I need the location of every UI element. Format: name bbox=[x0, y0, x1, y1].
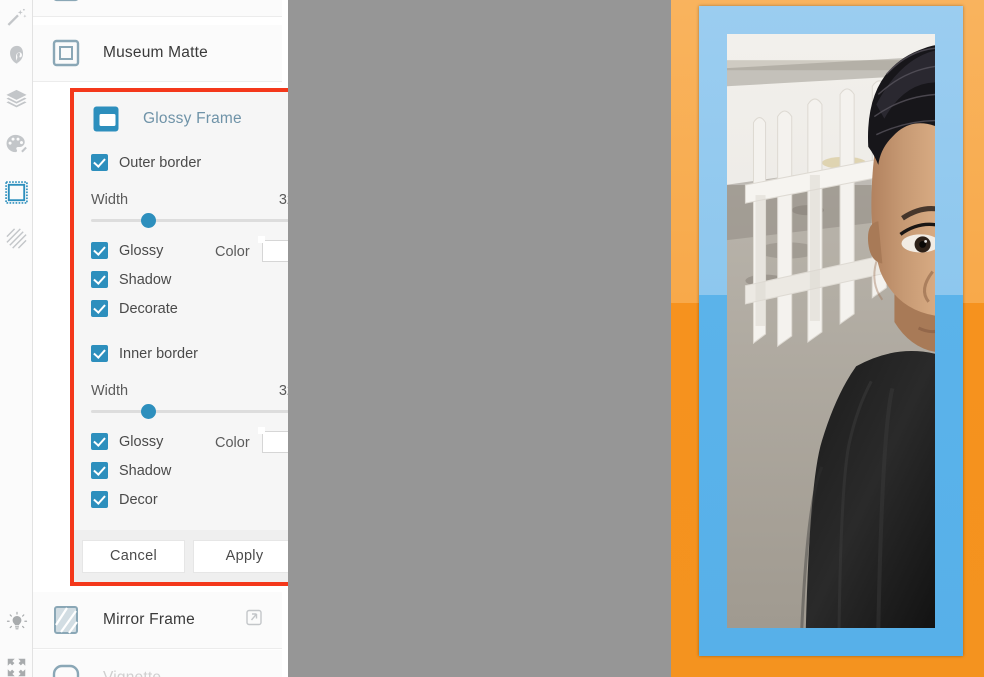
outer-width-value: 32 bbox=[278, 192, 288, 208]
card-title: Glossy Frame bbox=[143, 109, 242, 127]
inner-border-label: Inner border bbox=[119, 345, 198, 362]
list-item-label: Vignette bbox=[103, 669, 161, 677]
glossy-frame-thumb bbox=[91, 104, 121, 134]
slider-track[interactable] bbox=[91, 410, 288, 413]
inner-shadow-checkbox-row[interactable]: Shadow bbox=[91, 462, 171, 479]
inner-color-swatch[interactable] bbox=[262, 431, 288, 453]
frames-panel: Museum Matte Glossy Frame Outer border W… bbox=[33, 0, 288, 677]
checkbox-checked-icon[interactable] bbox=[91, 154, 108, 171]
inner-color-label: Color bbox=[215, 435, 250, 451]
inner-glossy-checkbox-row[interactable]: Glossy bbox=[91, 433, 163, 450]
outer-glossy-checkbox-row[interactable]: Glossy bbox=[91, 242, 163, 259]
checkbox-checked-icon[interactable] bbox=[91, 345, 108, 362]
inner-width-value: 32 bbox=[278, 383, 288, 399]
inner-shadow-label: Shadow bbox=[119, 462, 172, 479]
checkbox-checked-icon[interactable] bbox=[91, 433, 108, 450]
outer-border-checkbox-row[interactable]: Outer border bbox=[91, 154, 201, 171]
slider-track[interactable] bbox=[91, 219, 288, 222]
inner-decor-checkbox-row[interactable]: Decor bbox=[91, 491, 158, 508]
outer-glossy-label: Glossy bbox=[119, 242, 164, 259]
checkbox-checked-icon[interactable] bbox=[91, 462, 108, 479]
photo-content bbox=[727, 34, 935, 628]
vignette-thumb bbox=[51, 663, 81, 677]
outer-border-label: Outer border bbox=[119, 154, 202, 171]
inner-width-row: Width 32 bbox=[91, 383, 288, 399]
photo[interactable] bbox=[727, 34, 935, 628]
layers-icon[interactable] bbox=[0, 77, 33, 121]
slider-thumb[interactable] bbox=[141, 213, 157, 228]
outer-width-slider[interactable] bbox=[91, 212, 288, 228]
palette-icon[interactable] bbox=[0, 122, 33, 166]
expand-icon[interactable] bbox=[0, 645, 33, 677]
card-button-bar: Cancel Apply bbox=[74, 530, 288, 582]
list-item-museum-matte[interactable]: Museum Matte bbox=[33, 25, 282, 82]
list-item-partial-bottom[interactable]: Vignette bbox=[33, 650, 282, 677]
outer-color-label: Color bbox=[215, 244, 250, 260]
image-canvas[interactable] bbox=[288, 0, 984, 677]
frame-icon[interactable] bbox=[0, 170, 33, 214]
inner-width-label: Width bbox=[91, 383, 129, 399]
apply-button[interactable]: Apply bbox=[193, 539, 288, 573]
list-item-mirror-frame[interactable]: Mirror Frame bbox=[33, 592, 282, 649]
frame-thumb-partial bbox=[51, 0, 81, 3]
mirror-frame-thumb bbox=[51, 605, 81, 635]
outer-shadow-checkbox-row[interactable]: Shadow bbox=[91, 271, 171, 288]
card-header[interactable]: Glossy Frame bbox=[74, 92, 288, 145]
checkbox-checked-icon[interactable] bbox=[91, 242, 108, 259]
outer-shadow-label: Shadow bbox=[119, 271, 172, 288]
list-item-label: Museum Matte bbox=[103, 44, 208, 61]
outer-width-row: Width 32 bbox=[91, 192, 288, 208]
checkbox-checked-icon[interactable] bbox=[91, 491, 108, 508]
inner-border-checkbox-row[interactable]: Inner border bbox=[91, 345, 198, 362]
matte-frame-thumb bbox=[51, 38, 81, 68]
inner-width-slider[interactable] bbox=[91, 403, 288, 419]
inner-glossy-label: Glossy bbox=[119, 433, 164, 450]
outer-decorate-checkbox-row[interactable]: Decorate bbox=[91, 300, 178, 317]
cancel-button[interactable]: Cancel bbox=[82, 539, 185, 573]
lightbulb-icon[interactable] bbox=[0, 600, 33, 644]
outer-color-swatch[interactable] bbox=[262, 240, 288, 262]
checkbox-checked-icon[interactable] bbox=[91, 300, 108, 317]
outer-decorate-label: Decorate bbox=[119, 300, 178, 317]
texture-icon[interactable] bbox=[0, 216, 33, 260]
outer-width-label: Width bbox=[91, 192, 129, 208]
framed-photo[interactable] bbox=[671, 0, 984, 677]
checkbox-checked-icon[interactable] bbox=[91, 271, 108, 288]
download-badge-icon[interactable] bbox=[246, 609, 262, 631]
list-item-partial-top[interactable] bbox=[33, 0, 282, 17]
list-item-label: Mirror Frame bbox=[103, 611, 195, 628]
glossy-frame-options-card: Glossy Frame Outer border Width 32 bbox=[70, 88, 288, 586]
left-toolbar bbox=[0, 0, 33, 677]
portrait-icon[interactable] bbox=[0, 33, 33, 77]
slider-thumb[interactable] bbox=[141, 404, 157, 419]
inner-decor-label: Decor bbox=[119, 491, 158, 508]
